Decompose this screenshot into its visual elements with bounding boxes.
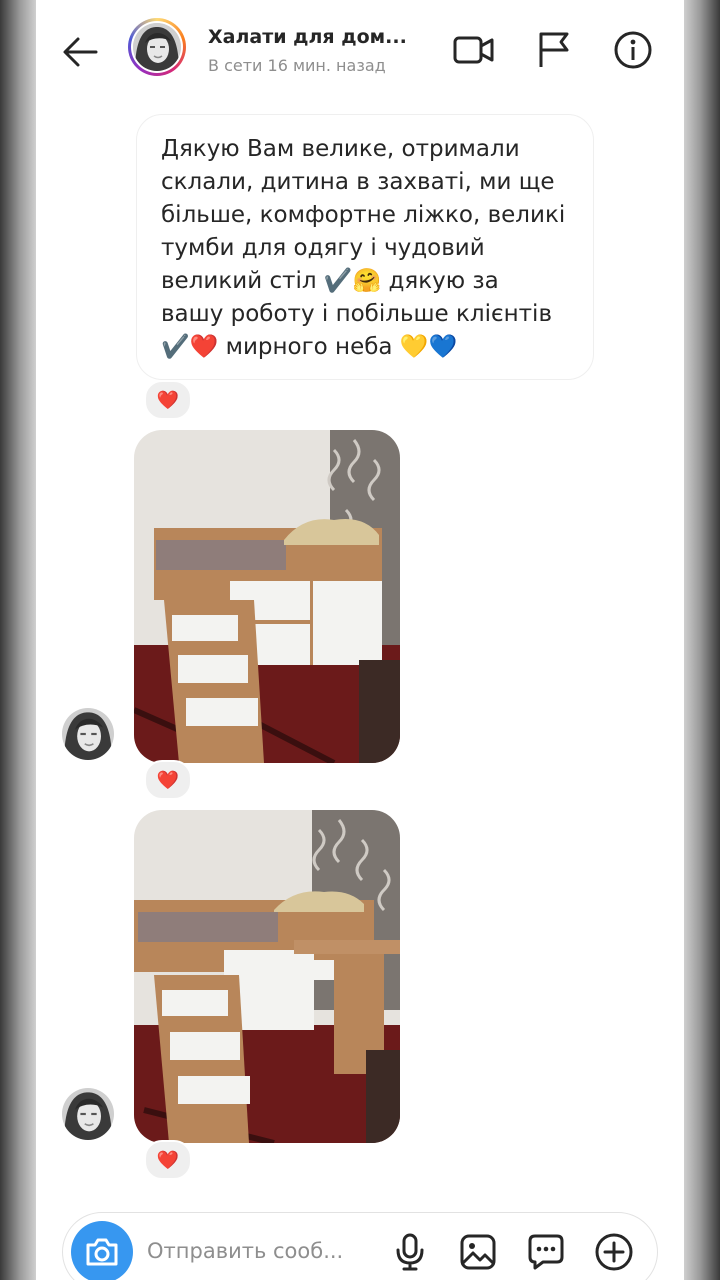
reaction-badge[interactable]: ❤️ [144,380,192,420]
message-line: ✔️❤️ мирного неба 💛💙 [161,334,458,360]
reaction-badge[interactable]: ❤️ [144,760,192,800]
gallery-icon[interactable] [457,1231,499,1273]
photo-message[interactable] [134,810,400,1143]
message-line: більше, комфортне ліжко, великі [161,202,566,228]
sender-avatar[interactable] [62,708,114,760]
chat-screen: Халати для дом... В сети 16 мин. назад Д… [36,0,684,1280]
message-composer [62,1212,658,1280]
photo-message[interactable] [134,430,400,763]
heart-icon: ❤️ [156,389,180,411]
message-input[interactable] [147,1239,377,1263]
message-line: Дякую Вам велике, отримали [161,136,520,162]
flag-icon[interactable] [532,28,576,72]
message-line: склали, дитина в захваті, ми ще [161,169,555,195]
plus-icon[interactable] [593,1231,635,1273]
sender-avatar[interactable] [62,1088,114,1140]
loft-bed-photo-image [134,430,400,763]
message-line: вашу роботу і побільше клієнтів [161,301,552,327]
message-line: великий стіл ✔️🤗 дякую за [161,268,499,294]
microphone-icon[interactable] [389,1231,431,1273]
reaction-badge[interactable]: ❤️ [144,1140,192,1180]
message-line: тумби для одягу і чудовий [161,235,485,261]
contact-name[interactable]: Халати для дом... [208,26,448,48]
camera-icon[interactable] [71,1221,133,1280]
heart-icon: ❤️ [156,1149,180,1171]
heart-icon: ❤️ [156,769,180,791]
loft-bed-with-desk-photo-image [134,810,400,1143]
info-icon[interactable] [611,28,655,72]
contact-avatar[interactable] [128,18,186,76]
message-bubble[interactable]: Дякую Вам велике, отримали склали, дитин… [136,114,594,380]
online-status: В сети 16 мин. назад [208,56,386,75]
back-arrow-icon[interactable] [60,32,100,72]
sticker-icon[interactable] [525,1231,567,1273]
video-call-icon[interactable] [452,28,496,72]
